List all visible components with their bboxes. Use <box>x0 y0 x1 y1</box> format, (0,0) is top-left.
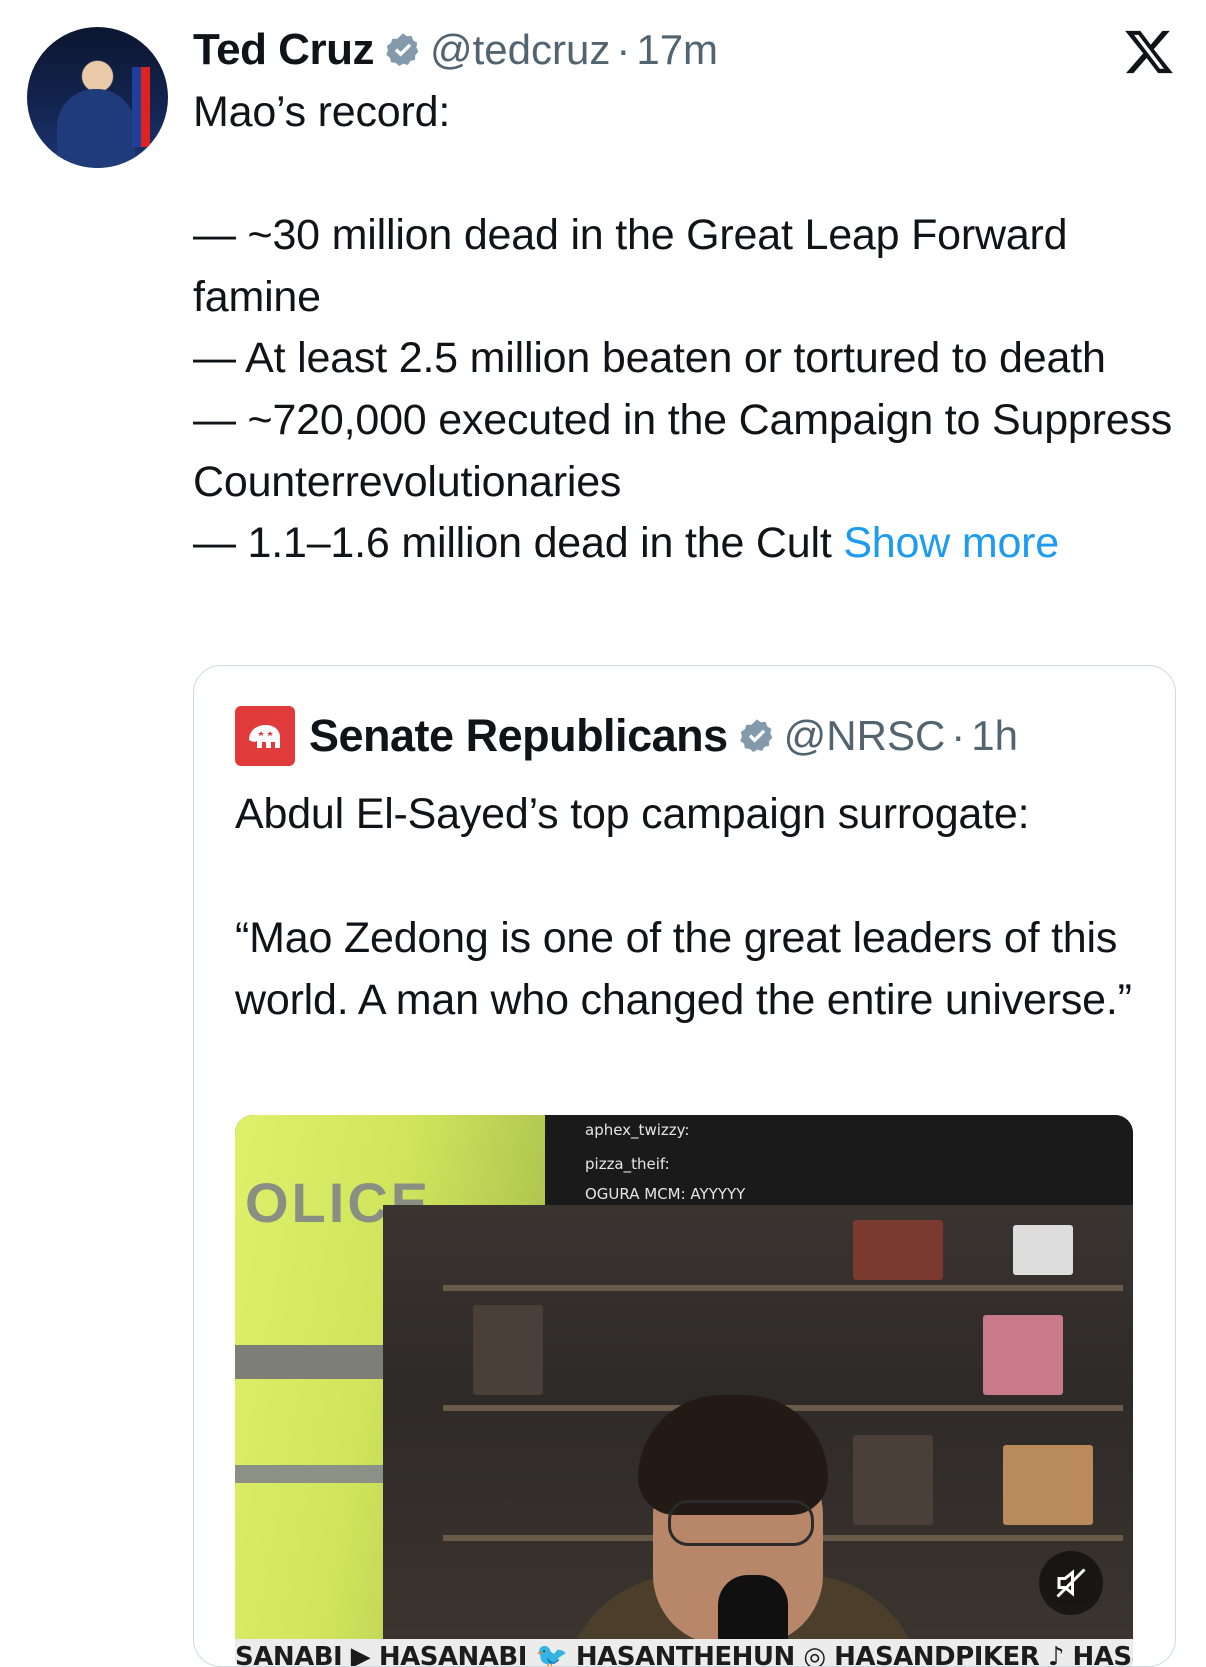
streamer-social-banner: SANABI ▶ HASANABI 🐦 HASANTHEHUN ◎ HASAND… <box>235 1639 1133 1667</box>
video-player[interactable]: OLICE aphex_twizzy: pizza_theif: OGURA M… <box>235 1115 1133 1667</box>
quoted-tweet-card[interactable]: Senate Republicans @NRSC · 1h Abdul El-S… <box>193 665 1176 1667</box>
verified-badge-icon <box>386 33 419 66</box>
avatar-flag <box>132 67 150 147</box>
shelf-item <box>853 1220 943 1280</box>
shelf <box>443 1285 1123 1291</box>
quoted-author-avatar[interactable] <box>235 706 295 766</box>
mute-button[interactable] <box>1039 1551 1103 1615</box>
x-logo-icon <box>1125 30 1173 74</box>
chat-line: pizza_theif: <box>585 1155 670 1173</box>
separator-dot: · <box>616 26 631 73</box>
elephant-icon <box>249 725 280 748</box>
shelf-item <box>473 1305 543 1395</box>
banner-text: SANABI ▶ HASANABI 🐦 HASANTHEHUN ◎ HASAND… <box>235 1642 1133 1667</box>
avatar-figure <box>57 89 135 168</box>
shelf-item <box>983 1315 1063 1395</box>
chat-line: OGURA MCM: AYYYYY <box>585 1185 746 1203</box>
quoted-author-name[interactable]: Senate Republicans <box>309 710 728 762</box>
author-name[interactable]: Ted Cruz <box>193 25 374 75</box>
quoted-tweet-header: Senate Republicans @NRSC · 1h <box>235 706 1018 766</box>
quoted-tweet-text: Abdul El-Sayed’s top campaign surrogate:… <box>235 790 1132 1024</box>
tweet-header: Ted Cruz @tedcruz · 17m <box>193 20 718 80</box>
show-more-link[interactable]: Show more <box>843 519 1059 567</box>
author-handle[interactable]: @tedcruz <box>430 26 610 74</box>
streamer-glasses <box>668 1500 814 1546</box>
shelf-item <box>853 1435 933 1525</box>
author-avatar[interactable] <box>27 27 168 168</box>
quoted-author-handle[interactable]: @NRSC <box>784 712 946 760</box>
tweet-timestamp[interactable]: 17m <box>636 26 718 74</box>
chat-line: aphex_twizzy: <box>585 1121 690 1139</box>
verified-badge-icon <box>739 719 772 752</box>
shelf-item <box>1013 1225 1073 1275</box>
shelf-item <box>1003 1445 1093 1525</box>
streamer-scene <box>383 1205 1133 1666</box>
mute-icon <box>1056 1568 1086 1598</box>
streamer-hair <box>638 1395 828 1515</box>
tweet-body: Mao’s record: — ~30 million dead in the … <box>193 82 1183 575</box>
tweet-text: Mao’s record: — ~30 million dead in the … <box>193 88 1173 568</box>
separator-dot: · <box>951 712 966 759</box>
stream-chat-overlay: aphex_twizzy: pizza_theif: OGURA MCM: AY… <box>545 1115 1133 1205</box>
quoted-timestamp[interactable]: 1h <box>971 712 1018 760</box>
